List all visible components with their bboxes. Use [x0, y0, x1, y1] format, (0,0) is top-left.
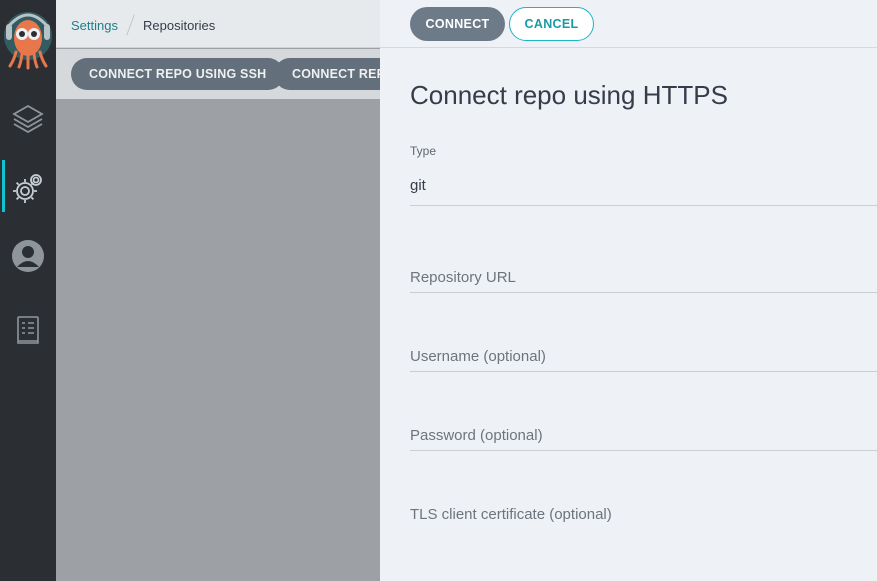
username-input[interactable]: [410, 337, 877, 372]
breadcrumb-separator: [126, 14, 135, 36]
panel-header: CONNECT CANCEL: [380, 0, 877, 48]
layers-icon[interactable]: [0, 90, 56, 146]
argo-logo-icon[interactable]: [0, 8, 56, 70]
connect-button[interactable]: CONNECT: [410, 7, 505, 41]
panel-title: Connect repo using HTTPS: [410, 80, 728, 110]
docs-icon[interactable]: [0, 302, 56, 358]
connect-ssh-button[interactable]: CONNECT REPO USING SSH: [71, 58, 285, 90]
settings-icon[interactable]: [0, 160, 56, 216]
type-select[interactable]: [410, 166, 877, 206]
breadcrumb-settings-link[interactable]: Settings: [71, 18, 118, 33]
password-input[interactable]: [410, 416, 877, 451]
repository-url-input[interactable]: [410, 258, 877, 293]
breadcrumb: Settings Repositories: [71, 14, 215, 36]
cancel-button[interactable]: CANCEL: [509, 7, 594, 41]
toolbar: CONNECT REPO USING SSH CONNECT REPO USIN…: [56, 49, 386, 99]
tls-certificate-input[interactable]: [410, 495, 877, 581]
page-overlay: [56, 99, 380, 581]
sidebar-nav: [0, 0, 56, 581]
top-bar: Settings Repositories: [56, 0, 386, 48]
breadcrumb-current: Repositories: [142, 17, 216, 33]
connect-https-button[interactable]: CONNECT REPO USING HTTPS: [274, 58, 386, 90]
connect-repo-panel: CONNECT CANCEL Connect repo using HTTPS …: [380, 0, 877, 581]
type-label: Type: [410, 144, 437, 158]
user-icon[interactable]: [0, 228, 56, 284]
